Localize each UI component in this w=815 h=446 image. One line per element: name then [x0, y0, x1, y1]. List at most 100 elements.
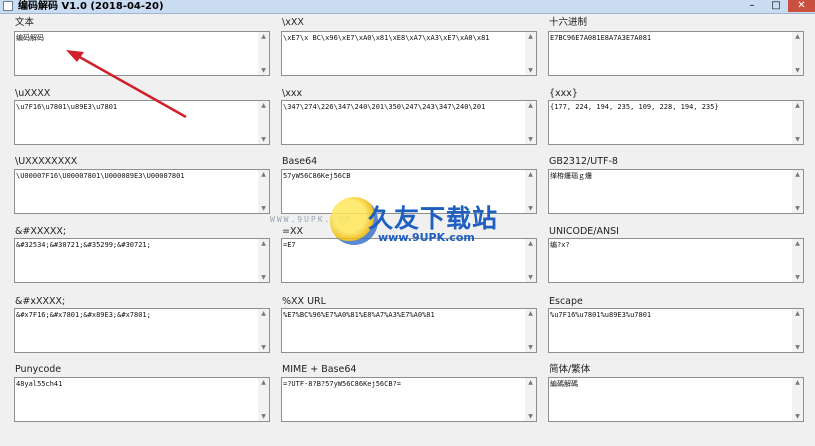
scroll-down-icon[interactable]: ▼	[525, 135, 536, 144]
minimize-button[interactable]: –	[740, 0, 764, 12]
scroll-up-icon[interactable]: ▲	[525, 170, 536, 179]
scroll-down-icon[interactable]: ▼	[792, 66, 803, 75]
field-value: 編碼解碼	[550, 380, 578, 388]
field-value: \U00007F16\U00007801\U000089E3\U00007801	[16, 172, 185, 180]
scroll-down-icon[interactable]: ▼	[258, 66, 269, 75]
field-value: 57yW56C86Kej56CB	[283, 172, 351, 180]
field-label: %XX URL	[282, 296, 326, 307]
scroll-down-icon[interactable]: ▼	[792, 412, 803, 421]
field-value: 编?x?	[550, 241, 570, 249]
field-textarea[interactable]: %E7%BC%96%E7%A0%81%E8%A7%A3%E7%A0%81 ▲ ▼	[281, 308, 537, 353]
field-textarea[interactable]: 缂栫爜瑙ｇ爜 ▲ ▼	[548, 169, 804, 214]
scroll-up-icon[interactable]: ▲	[792, 170, 803, 179]
scroll-down-icon[interactable]: ▼	[792, 204, 803, 213]
field-label: {xxx}	[549, 88, 578, 99]
scroll-up-icon[interactable]: ▲	[792, 378, 803, 387]
field-textarea[interactable]: 編碼解碼 ▲ ▼	[548, 377, 804, 422]
scroll-down-icon[interactable]: ▼	[258, 343, 269, 352]
vertical-scrollbar[interactable]: ▲ ▼	[792, 378, 803, 421]
vertical-scrollbar[interactable]: ▲ ▼	[792, 101, 803, 144]
field-textarea[interactable]: &#32534;&#30721;&#35299;&#30721; ▲ ▼	[14, 238, 270, 283]
scroll-up-icon[interactable]: ▲	[525, 101, 536, 110]
vertical-scrollbar[interactable]: ▲ ▼	[525, 32, 536, 75]
field-label: \xXX	[282, 17, 304, 28]
field-label: 十六进制	[549, 17, 588, 28]
field-textarea[interactable]: 48yal55ch41 ▲ ▼	[14, 377, 270, 422]
field-value: 编码解码	[16, 34, 44, 42]
field-value: &#x7F16;&#x7801;&#x89E3;&#x7801;	[16, 311, 151, 319]
scroll-down-icon[interactable]: ▼	[258, 412, 269, 421]
scroll-up-icon[interactable]: ▲	[525, 32, 536, 41]
vertical-scrollbar[interactable]: ▲ ▼	[792, 309, 803, 352]
field-textarea[interactable]: \347\274\226\347\240\201\350\247\243\347…	[281, 100, 537, 145]
field-label: 简体/繁体	[549, 364, 591, 375]
scroll-up-icon[interactable]: ▲	[258, 378, 269, 387]
vertical-scrollbar[interactable]: ▲ ▼	[525, 309, 536, 352]
scroll-up-icon[interactable]: ▲	[792, 101, 803, 110]
field-value: 48yal55ch41	[16, 380, 63, 388]
watermark: WWW.9UPK.COM 久友下载站 www.9UPK.com	[250, 195, 540, 255]
field-value: %E7%BC%96%E7%A0%81%E8%A7%A3%E7%A0%81	[283, 311, 435, 319]
field-label: GB2312/UTF-8	[549, 156, 618, 167]
field-label: \UXXXXXXXX	[15, 156, 78, 167]
field-textarea[interactable]: E7BC96E7A081E8A7A3E7A081 ▲ ▼	[548, 31, 804, 76]
field-value: \347\274\226\347\240\201\350\247\243\347…	[283, 103, 486, 111]
field-textarea[interactable]: 编?x? ▲ ▼	[548, 238, 804, 283]
field-textarea[interactable]: {177, 224, 194, 235, 109, 228, 194, 235}…	[548, 100, 804, 145]
field-value: &#32534;&#30721;&#35299;&#30721;	[16, 241, 151, 249]
field-label: 文本	[15, 17, 35, 28]
watermark-url: www.9UPK.com	[378, 231, 475, 244]
title-bar[interactable]: 编码解码 V1.0 (2018-04-20) – □ ✕	[0, 0, 815, 14]
vertical-scrollbar[interactable]: ▲ ▼	[525, 101, 536, 144]
scroll-down-icon[interactable]: ▼	[258, 273, 269, 282]
scroll-up-icon[interactable]: ▲	[258, 101, 269, 110]
close-button[interactable]: ✕	[788, 0, 815, 12]
scroll-up-icon[interactable]: ▲	[258, 309, 269, 318]
field-label: \xxx	[282, 88, 303, 99]
field-value: \xE7\x BC\x96\xE7\xA0\x81\xE8\xA7\xA3\xE…	[283, 34, 490, 42]
watermark-chinese-text: 久友下载站	[368, 204, 499, 233]
vertical-scrollbar[interactable]: ▲ ▼	[792, 32, 803, 75]
scroll-up-icon[interactable]: ▲	[258, 170, 269, 179]
field-textarea[interactable]: \U00007F16\U00007801\U000089E3\U00007801…	[14, 169, 270, 214]
field-label: MIME + Base64	[282, 364, 357, 375]
field-textarea[interactable]: \xE7\x BC\x96\xE7\xA0\x81\xE8\xA7\xA3\xE…	[281, 31, 537, 76]
vertical-scrollbar[interactable]: ▲ ▼	[258, 32, 269, 75]
scroll-down-icon[interactable]: ▼	[525, 343, 536, 352]
scroll-up-icon[interactable]: ▲	[525, 309, 536, 318]
maximize-button[interactable]: □	[765, 0, 787, 12]
field-label: &#XXXXX;	[15, 226, 67, 237]
scroll-down-icon[interactable]: ▼	[792, 135, 803, 144]
scroll-down-icon[interactable]: ▼	[792, 343, 803, 352]
field-textarea[interactable]: &#x7F16;&#x7801;&#x89E3;&#x7801; ▲ ▼	[14, 308, 270, 353]
field-label: Base64	[282, 156, 318, 167]
field-label: &#xXXXX;	[15, 296, 66, 307]
vertical-scrollbar[interactable]: ▲ ▼	[525, 378, 536, 421]
app-icon	[3, 1, 13, 11]
field-textarea[interactable]: 编码解码 ▲ ▼	[14, 31, 270, 76]
scroll-up-icon[interactable]: ▲	[525, 378, 536, 387]
field-value: =?UTF-8?B?57yW56C86Kej56CB?=	[283, 380, 402, 388]
field-label: UNICODE/ANSI	[549, 226, 619, 237]
scroll-down-icon[interactable]: ▼	[525, 273, 536, 282]
vertical-scrollbar[interactable]: ▲ ▼	[792, 239, 803, 282]
field-value: E7BC96E7A081E8A7A3E7A081	[550, 34, 652, 42]
scroll-down-icon[interactable]: ▼	[258, 135, 269, 144]
scroll-up-icon[interactable]: ▲	[258, 32, 269, 41]
scroll-down-icon[interactable]: ▼	[792, 273, 803, 282]
scroll-down-icon[interactable]: ▼	[525, 66, 536, 75]
field-value: 缂栫爜瑙ｇ爜	[550, 172, 592, 180]
scroll-up-icon[interactable]: ▲	[792, 239, 803, 248]
field-label: \uXXXX	[15, 88, 51, 99]
scroll-down-icon[interactable]: ▼	[525, 412, 536, 421]
vertical-scrollbar[interactable]: ▲ ▼	[258, 101, 269, 144]
vertical-scrollbar[interactable]: ▲ ▼	[792, 170, 803, 213]
field-textarea[interactable]: =?UTF-8?B?57yW56C86Kej56CB?= ▲ ▼	[281, 377, 537, 422]
scroll-up-icon[interactable]: ▲	[792, 32, 803, 41]
field-label: Punycode	[15, 364, 62, 375]
field-textarea[interactable]: %u7F16%u7801%u89E3%u7801 ▲ ▼	[548, 308, 804, 353]
vertical-scrollbar[interactable]: ▲ ▼	[258, 378, 269, 421]
field-textarea[interactable]: \u7F16\u7801\u89E3\u7801 ▲ ▼	[14, 100, 270, 145]
scroll-up-icon[interactable]: ▲	[792, 309, 803, 318]
vertical-scrollbar[interactable]: ▲ ▼	[258, 309, 269, 352]
